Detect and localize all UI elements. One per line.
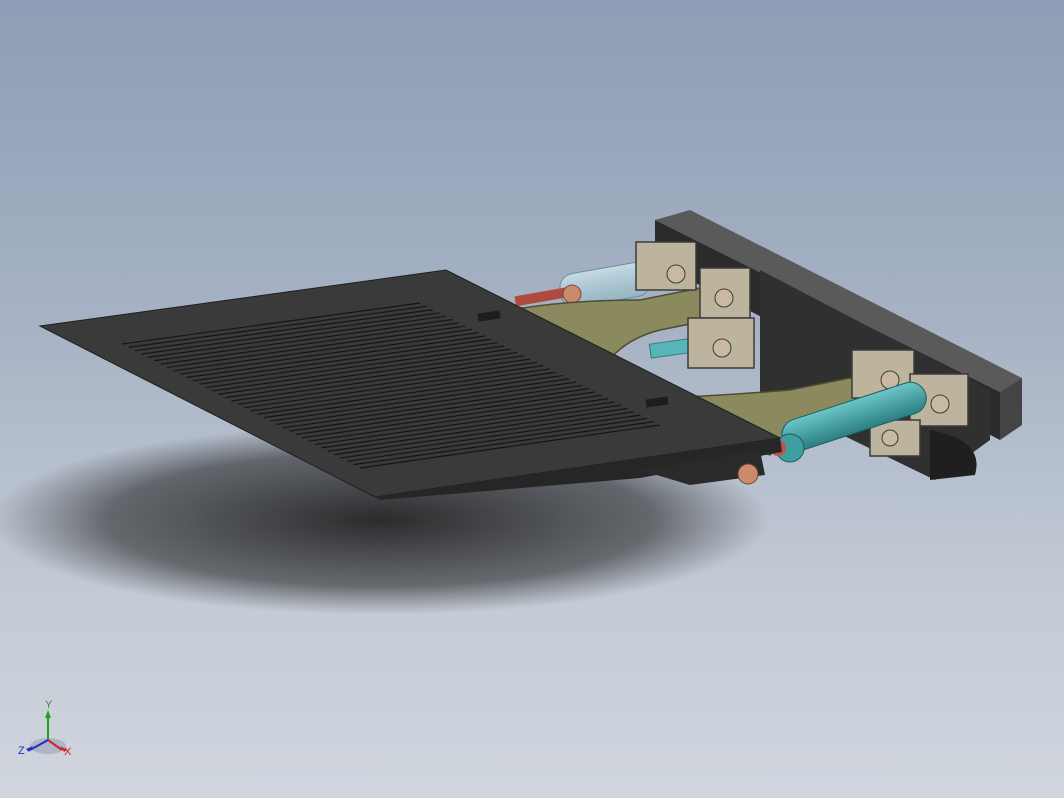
cad-viewport[interactable]: Y X Z	[0, 0, 1064, 798]
view-orientation-triad[interactable]: Y X Z	[18, 699, 72, 758]
bracket-upper-right[interactable]	[699, 267, 751, 319]
z-axis-label: Z	[18, 745, 25, 757]
x-axis-label: X	[64, 746, 72, 758]
bracket-upper-left[interactable]	[635, 241, 697, 291]
y-axis-arrow-icon	[45, 710, 51, 718]
y-axis-label: Y	[45, 699, 53, 711]
bracket-middle[interactable]	[687, 317, 755, 369]
